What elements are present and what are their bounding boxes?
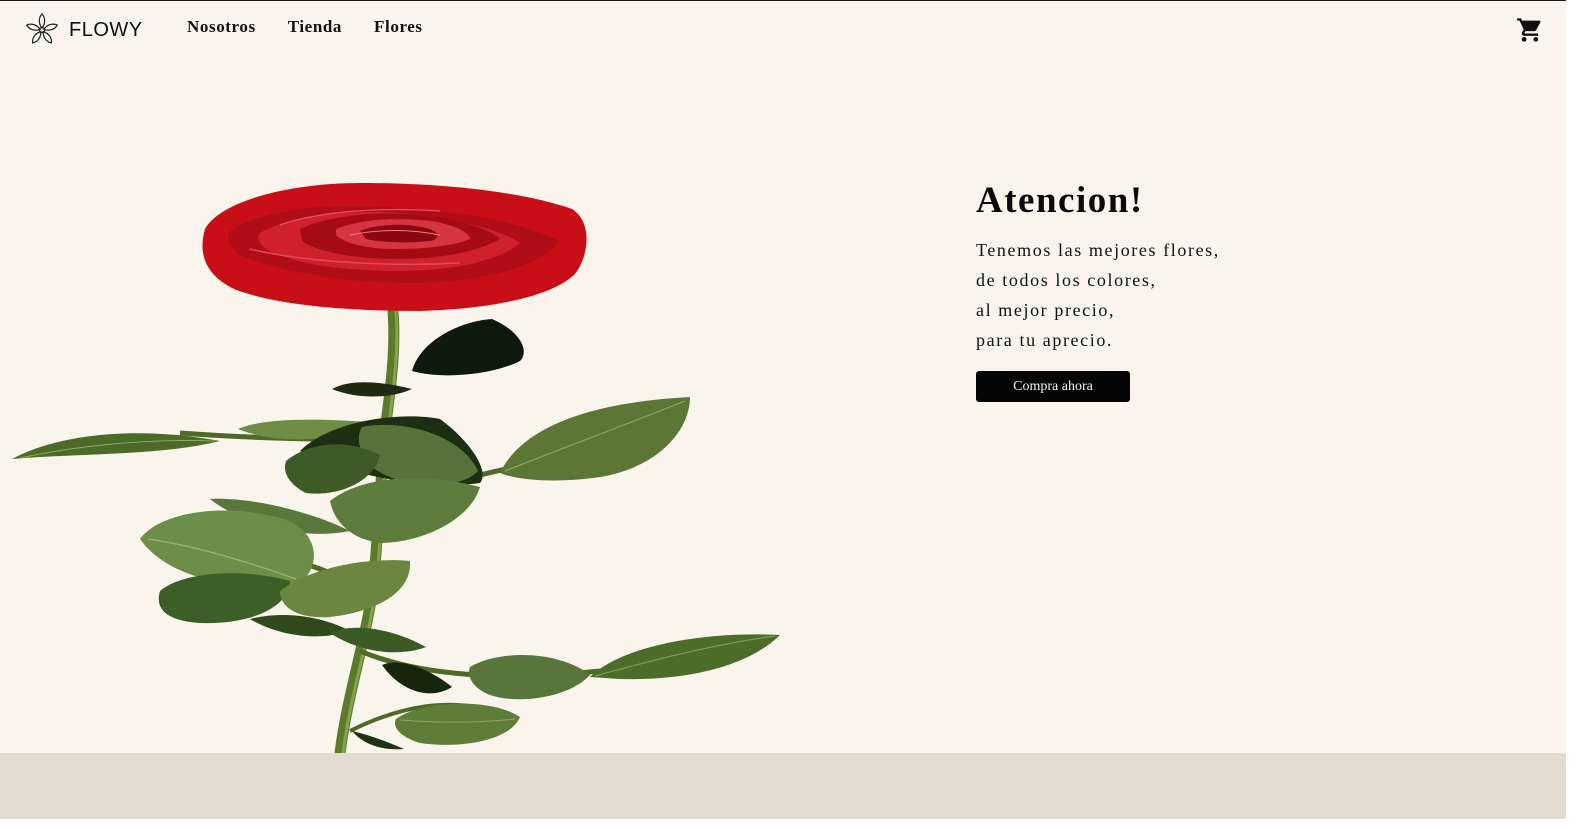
hero-line: de todos los colores, [976, 270, 1157, 290]
brand-logo-link[interactable]: FLOWY [25, 13, 143, 47]
hero-copy: Atencion! Tenemos las mejores flores, de… [976, 179, 1396, 402]
brand-name: FLOWY [69, 18, 143, 41]
top-navigation: FLOWY Nosotros Tienda Flores [0, 1, 1566, 61]
buy-now-button[interactable]: Compra ahora [976, 371, 1130, 402]
red-rose-illustration [12, 183, 780, 753]
flower-logo-icon [25, 13, 59, 47]
nav-link-tienda[interactable]: Tienda [288, 17, 342, 37]
shopping-cart-icon [1516, 18, 1544, 48]
footer-band [0, 753, 1566, 819]
hero-line: al mejor precio, [976, 300, 1116, 320]
page: FLOWY Nosotros Tienda Flores Atencion! T… [0, 0, 1566, 819]
hero-poem: Tenemos las mejores flores, de todos los… [976, 235, 1396, 355]
nav-link-nosotros[interactable]: Nosotros [187, 17, 256, 37]
cart-button[interactable] [1516, 16, 1544, 44]
main-menu: Nosotros Tienda Flores [187, 17, 423, 37]
nav-link-flores[interactable]: Flores [374, 17, 423, 37]
hero-line: Tenemos las mejores flores, [976, 240, 1220, 260]
hero-line: para tu aprecio. [976, 330, 1114, 350]
hero-title: Atencion! [976, 180, 1144, 221]
